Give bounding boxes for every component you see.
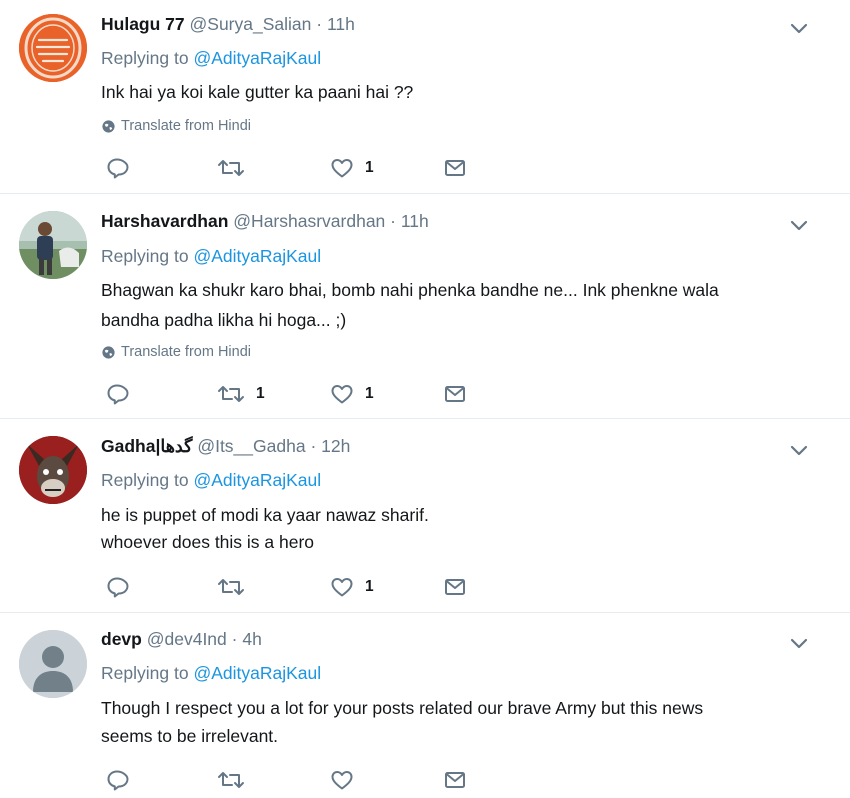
author-name[interactable]: Harshavardhan [101,211,228,231]
separator-dot: · [310,436,317,456]
reply-button[interactable] [105,379,140,409]
replying-to-link[interactable]: @AdityaRajKaul [193,48,321,68]
replying-to-link[interactable]: @AdityaRajKaul [193,246,321,266]
globe-icon [102,119,115,133]
separator-dot: · [316,14,323,34]
chevron-down-icon[interactable] [789,18,809,38]
retweet-icon [218,772,244,788]
reply-button[interactable] [105,765,140,795]
replying-to: Replying to @AdityaRajKaul [101,663,321,684]
tweet-text: Bhagwan ka shukr karo bhai, bomb nahi ph… [101,276,719,334]
like-icon [331,385,353,404]
reply-button[interactable] [105,572,140,602]
replying-to-link[interactable]: @AdityaRajKaul [193,470,321,490]
replying-to: Replying to @AdityaRajKaul [101,246,321,267]
timestamp[interactable]: 11h [327,14,355,34]
globe-icon [102,345,115,359]
tweet-text-line: he is puppet of modi ka yaar nawaz shari… [101,505,429,525]
tweet-text-line: bandha padha likha hi hoga... ;) [101,310,347,330]
avatar[interactable] [19,14,87,82]
author-handle[interactable]: @dev4Ind [147,629,227,649]
timestamp[interactable]: 11h [401,211,429,231]
direct-message-icon [445,386,465,402]
replying-prefix: Replying to [101,48,189,68]
replying-to-link[interactable]: @AdityaRajKaul [193,663,321,683]
author-handle[interactable]: @Harshasrvardhan [233,211,385,231]
replying-prefix: Replying to [101,663,189,683]
like-button[interactable] [330,765,365,795]
replying-to: Replying to @AdityaRajKaul [101,48,321,69]
retweet-icon [218,160,244,176]
tweet-text: Though I respect you a lot for your post… [101,694,703,750]
tweet[interactable]: Hulagu 77 @Surya_Salian · 11h Replying t… [0,0,850,193]
tweet-text: Ink hai ya koi kale gutter ka paani hai … [101,78,413,106]
direct-message-button[interactable] [443,765,467,795]
separator-dot: · [231,629,238,649]
chevron-down-icon[interactable] [789,215,809,235]
tweet[interactable]: devp @dev4Ind · 4h Replying to @AdityaRa… [0,613,850,798]
tweet-text-line: seems to be irrelevant. [101,726,279,746]
reply-icon [107,384,129,405]
like-button[interactable]: 1 [330,153,374,183]
reply-button[interactable] [105,153,140,183]
translate-link[interactable]: Translate from Hindi [101,118,251,134]
reply-icon [107,577,129,598]
like-count: 1 [365,385,374,402]
separator-dot: · [390,211,396,231]
like-count: 1 [365,159,374,176]
like-button[interactable]: 1 [330,379,374,409]
tweet-text-line: Though I respect you a lot for your post… [101,698,704,718]
translate-link[interactable]: Translate from Hindi [101,344,251,360]
direct-message-button[interactable] [443,379,467,409]
tweet-text: he is puppet of modi ka yaar nawaz shari… [101,501,429,556]
reply-icon [107,770,129,791]
translate-label[interactable]: Translate from Hindi [121,344,251,360]
retweet-icon [218,386,244,402]
avatar[interactable] [19,211,87,279]
reply-icon [107,158,129,179]
retweet-count: 1 [256,385,265,402]
chevron-down-icon[interactable] [789,633,809,653]
retweet-button[interactable] [217,153,256,183]
retweet-button[interactable] [217,765,256,795]
timestamp[interactable]: 12h [321,436,350,456]
avatar[interactable] [19,630,87,698]
translate-label[interactable]: Translate from Hindi [121,118,251,134]
direct-message-button[interactable] [443,572,467,602]
like-icon [331,771,353,790]
replying-to: Replying to @AdityaRajKaul [101,470,321,491]
tweet-text-line: Ink hai ya koi kale gutter ka paani hai … [101,82,414,102]
direct-message-button[interactable] [443,153,467,183]
author-handle[interactable]: @Surya_Salian [190,14,312,34]
like-icon [331,578,353,597]
tweet[interactable]: Harshavardhan @Harshasrvardhan · 11h Rep… [0,194,850,418]
retweet-button[interactable]: 1 [217,379,265,409]
retweet-button[interactable] [217,572,256,602]
author-handle[interactable]: @Its__Gadha [197,436,305,456]
timestamp[interactable]: 4h [242,629,261,649]
author-name[interactable]: Gadha|گدھا [101,436,192,456]
tweet-text-line: Bhagwan ka shukr karo bhai, bomb nahi ph… [101,280,719,300]
avatar[interactable] [19,436,87,504]
like-icon [331,159,353,178]
direct-message-icon [445,772,465,788]
chevron-down-icon[interactable] [789,440,809,460]
like-count: 1 [365,578,374,595]
author-name[interactable]: Hulagu 77 [101,14,185,34]
retweet-icon [218,579,244,595]
direct-message-icon [445,160,465,176]
direct-message-icon [445,579,465,595]
replying-prefix: Replying to [101,246,189,266]
replying-prefix: Replying to [101,470,189,490]
tweet-text-line: whoever does this is a hero [101,532,315,552]
like-button[interactable]: 1 [330,572,374,602]
author-name[interactable]: devp [101,629,142,649]
tweet[interactable]: Gadha|گدھا @Its__Gadha · 12h Replying to… [0,419,850,612]
